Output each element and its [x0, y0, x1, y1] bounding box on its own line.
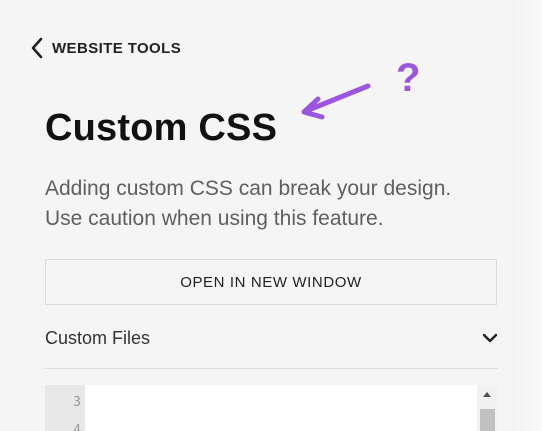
custom-files-toggle[interactable]: Custom Files: [45, 322, 498, 354]
annotation-arrow-icon: [301, 83, 371, 120]
divider: [45, 368, 498, 369]
warning-line: Use caution when using this feature.: [45, 207, 384, 230]
line-number: 3: [73, 395, 81, 410]
chevron-left-icon: [31, 37, 43, 59]
back-to-website-tools[interactable]: WEBSITE TOOLS: [30, 36, 181, 60]
custom-css-panel: WEBSITE TOOLS Custom CSS ? Adding custom…: [0, 0, 542, 431]
warning-message: Adding custom CSS can break your design.…: [45, 174, 505, 234]
css-code-editor[interactable]: 3 4: [45, 385, 498, 431]
code-text-area[interactable]: [85, 385, 477, 431]
line-number-gutter: 3 4: [45, 385, 85, 431]
warning-line: Adding custom CSS can break your design.: [45, 177, 452, 200]
back-label: WEBSITE TOOLS: [52, 39, 182, 57]
custom-files-label: Custom Files: [45, 327, 151, 348]
editor-scrollbar[interactable]: [477, 385, 498, 431]
line-number: 4: [73, 423, 81, 431]
scrollbar-thumb[interactable]: [480, 409, 495, 431]
scroll-up-arrow-icon[interactable]: [483, 392, 491, 397]
panel-edge: [512, 0, 542, 431]
page-title: Custom CSS: [45, 107, 278, 149]
open-in-new-window-button[interactable]: OPEN IN NEW WINDOW: [45, 259, 497, 305]
chevron-down-icon: [482, 333, 498, 343]
annotation-question-mark: ?: [396, 56, 421, 100]
